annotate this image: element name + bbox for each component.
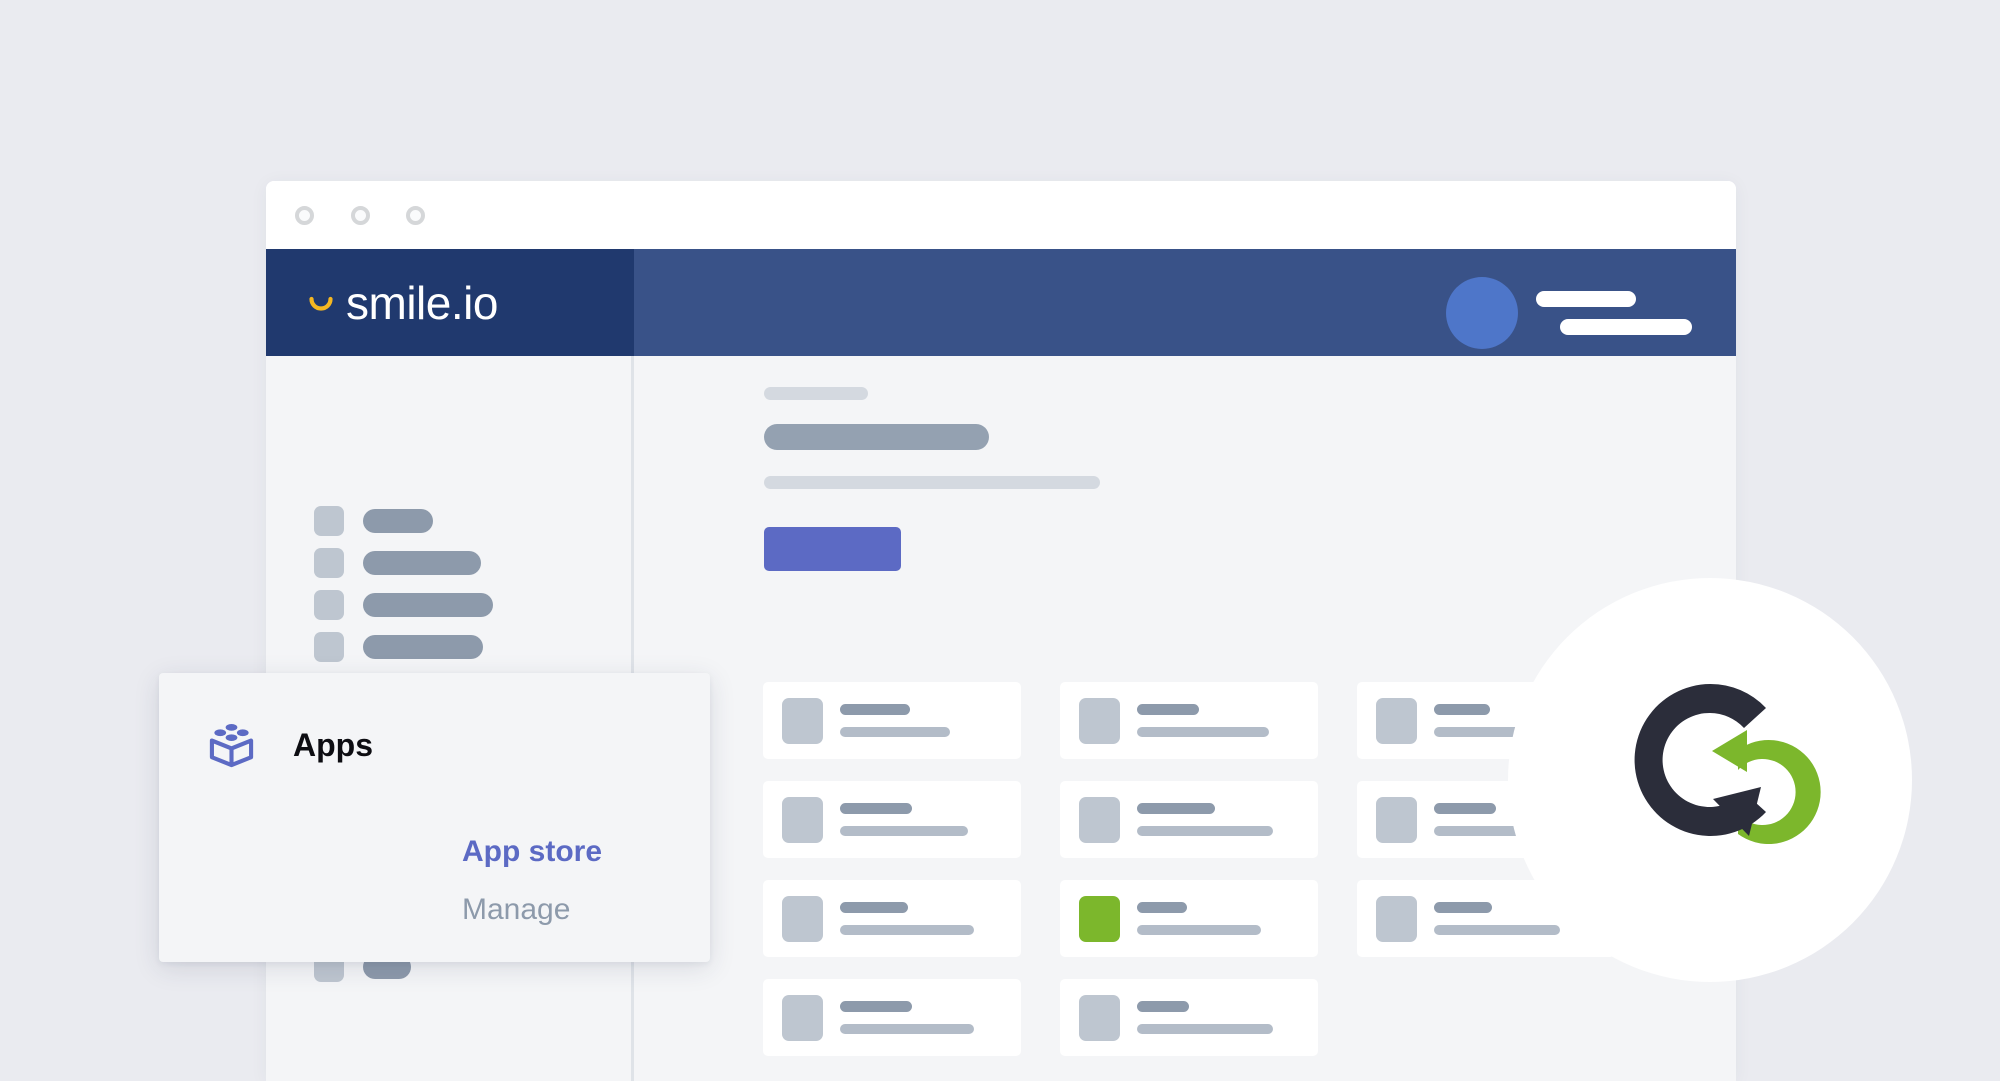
placeholder-app-icon — [782, 895, 823, 942]
placeholder-app-icon — [782, 796, 823, 843]
header-menu-placeholder-bar[interactable] — [1560, 319, 1692, 335]
apps-link-manage[interactable]: Manage — [462, 895, 570, 925]
app-card-text-placeholder — [1137, 902, 1261, 935]
app-card-text-placeholder — [840, 902, 974, 935]
app-card-description-placeholder — [840, 1024, 974, 1034]
placeholder-app-icon — [782, 697, 823, 744]
browser-titlebar — [266, 181, 1736, 249]
app-card-description-placeholder — [1434, 925, 1560, 935]
placeholder-app-icon — [1079, 994, 1120, 1041]
app-card-text-placeholder — [1137, 803, 1273, 836]
app-card-description-placeholder — [1137, 826, 1273, 836]
recharge-circular-arrows-icon — [1634, 683, 1821, 844]
sidebar-item[interactable] — [314, 590, 493, 620]
placeholder-app-icon — [1079, 697, 1120, 744]
open-box-app-icon — [209, 724, 254, 768]
app-card[interactable] — [763, 682, 1021, 759]
placeholder-square-icon — [314, 548, 344, 578]
window-close-button[interactable] — [295, 206, 314, 225]
placeholder-app-icon — [782, 994, 823, 1041]
apps-link-app-store[interactable]: App store — [462, 837, 602, 867]
hero-eyebrow-placeholder — [764, 387, 868, 400]
page-title-placeholder — [764, 424, 989, 450]
app-card[interactable] — [1060, 880, 1318, 957]
app-card-text-placeholder — [1434, 902, 1560, 935]
app-card-text-placeholder — [840, 803, 968, 836]
sidebar-item[interactable] — [314, 506, 433, 536]
sidebar-item-label-placeholder — [363, 551, 481, 575]
placeholder-square-icon — [314, 506, 344, 536]
app-card-description-placeholder — [1137, 1024, 1273, 1034]
app-card-description-placeholder — [840, 826, 968, 836]
app-card-text-placeholder — [840, 704, 950, 737]
smile-arc-icon — [309, 296, 333, 311]
app-card[interactable] — [763, 979, 1021, 1056]
app-card-name-placeholder — [840, 704, 910, 715]
app-card-description-placeholder — [840, 925, 974, 935]
apps-flyout-panel: Apps App store Manage — [159, 673, 710, 962]
sidebar-item[interactable] — [314, 632, 483, 662]
sidebar-item[interactable] — [314, 548, 481, 578]
brand-wordmark: smile.io — [346, 276, 498, 329]
placeholder-app-icon — [1376, 796, 1417, 843]
recharge-badge — [1508, 578, 1912, 982]
primary-cta-button[interactable] — [764, 527, 901, 571]
app-card-name-placeholder — [1137, 704, 1199, 715]
app-card[interactable] — [763, 781, 1021, 858]
app-card[interactable] — [1060, 979, 1318, 1056]
app-card-name-placeholder — [840, 803, 912, 814]
app-card-name-placeholder — [1434, 803, 1496, 814]
app-card-name-placeholder — [840, 902, 908, 913]
app-card-description-placeholder — [1137, 727, 1269, 737]
hero-subtitle-placeholder — [764, 476, 1100, 489]
sidebar-item-label-placeholder — [363, 593, 493, 617]
app-card-name-placeholder — [1137, 1001, 1189, 1012]
placeholder-square-icon — [314, 590, 344, 620]
app-card-name-placeholder — [1434, 704, 1490, 715]
avatar[interactable] — [1446, 277, 1518, 349]
placeholder-app-icon — [1376, 895, 1417, 942]
app-card-name-placeholder — [840, 1001, 912, 1012]
app-card-name-placeholder — [1137, 902, 1187, 913]
brand-logo[interactable]: smile.io — [266, 249, 634, 356]
app-card-text-placeholder — [1137, 704, 1269, 737]
placeholder-square-icon — [314, 632, 344, 662]
header-menu-placeholder-bar[interactable] — [1536, 291, 1636, 307]
app-card-name-placeholder — [1137, 803, 1215, 814]
hero-section — [764, 387, 1100, 576]
app-card-text-placeholder — [1137, 1001, 1273, 1034]
sidebar-item-label-placeholder — [363, 509, 433, 533]
window-minimize-button[interactable] — [351, 206, 370, 225]
sidebar-item-label-placeholder — [363, 635, 483, 659]
apps-panel-header: Apps — [208, 721, 373, 768]
app-card[interactable] — [1060, 781, 1318, 858]
placeholder-app-icon — [1376, 697, 1417, 744]
app-header: smile.io — [266, 249, 1736, 356]
app-card[interactable] — [1060, 682, 1318, 759]
app-card-description-placeholder — [840, 727, 950, 737]
placeholder-app-icon — [1079, 796, 1120, 843]
app-card-name-placeholder — [1434, 902, 1492, 913]
recharge-app-icon — [1079, 895, 1120, 942]
apps-panel-title: Apps — [293, 726, 373, 763]
app-card-text-placeholder — [840, 1001, 974, 1034]
app-card-description-placeholder — [1137, 925, 1261, 935]
window-maximize-button[interactable] — [406, 206, 425, 225]
app-card[interactable] — [763, 880, 1021, 957]
